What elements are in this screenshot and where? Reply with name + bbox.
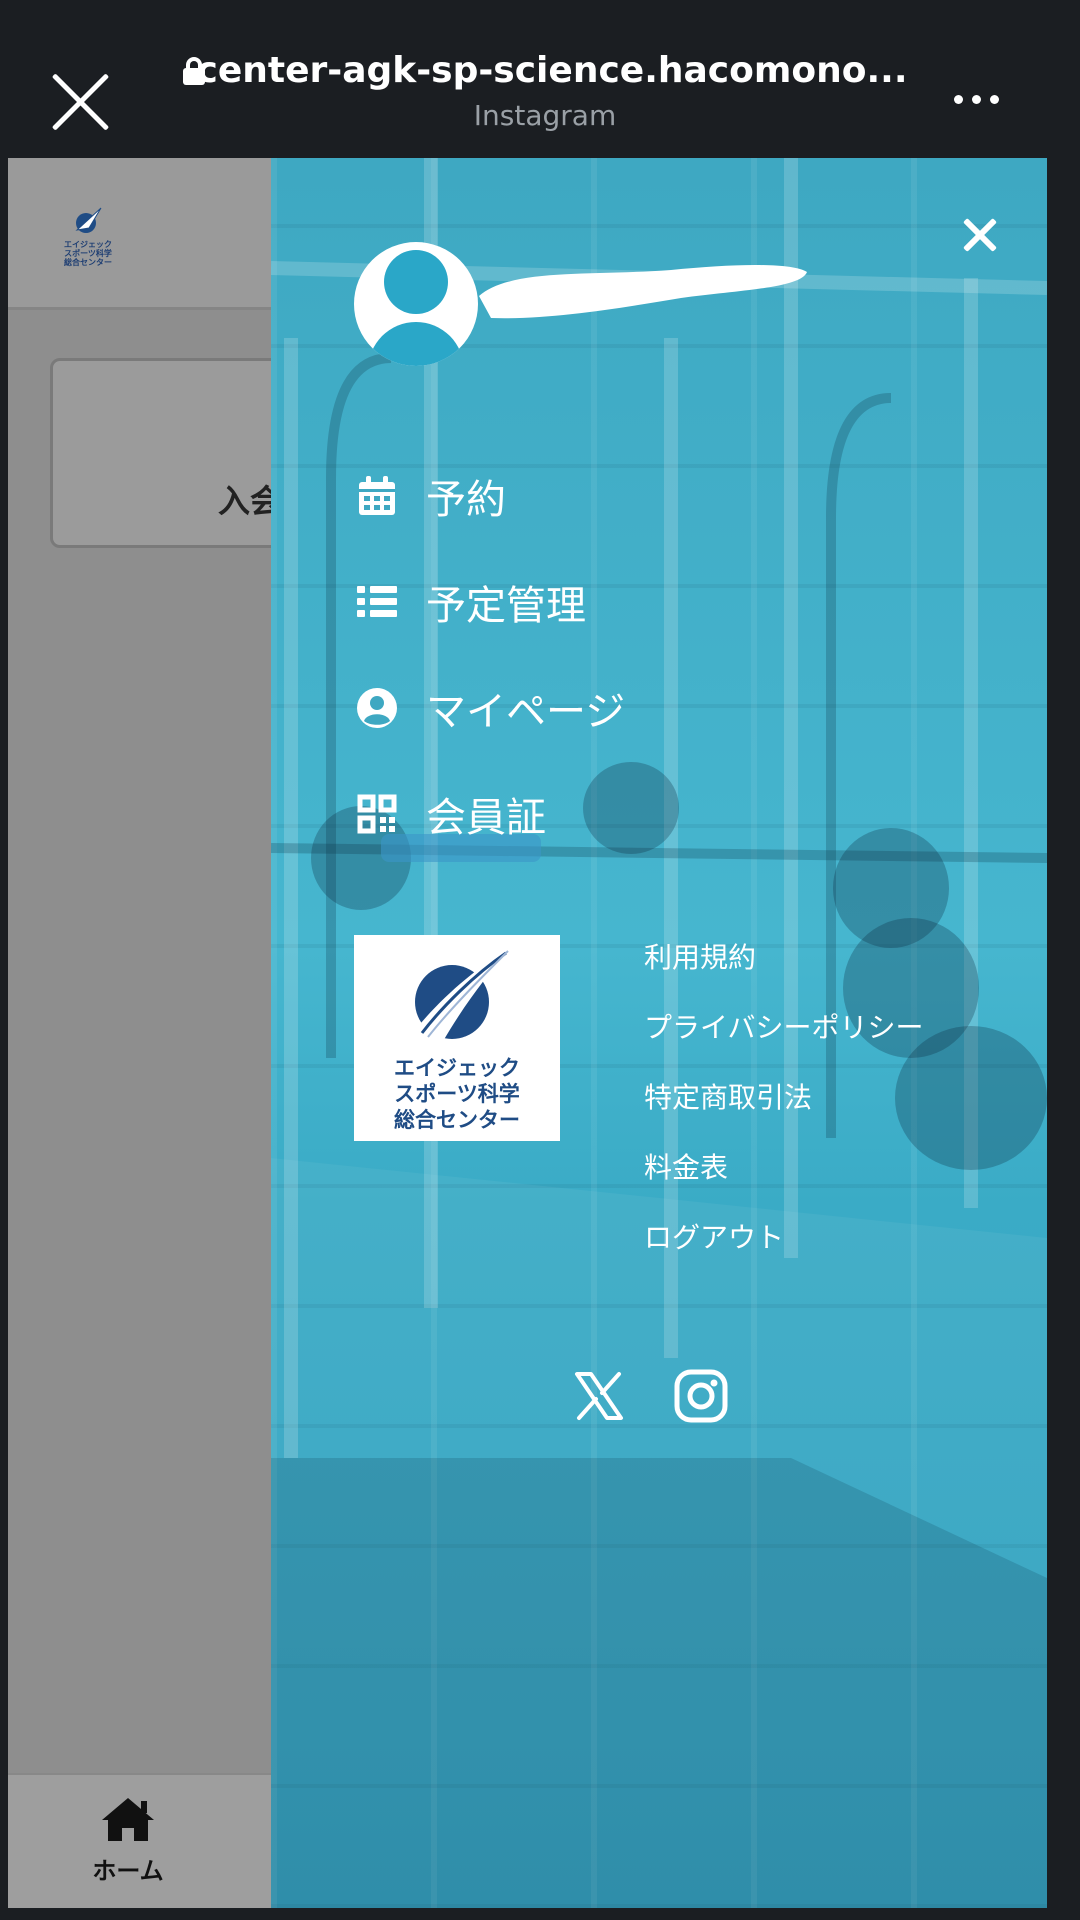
menu-label-schedule: 予定管理 — [426, 583, 586, 629]
browser-topbar: center-agk-sp-science.hacomono... Instag… — [0, 0, 1080, 158]
mini-logo-line-2: スポーツ科学 — [64, 249, 112, 258]
brand-logo-line-2: スポーツ科学 — [394, 1082, 520, 1106]
user-circle-icon — [356, 687, 398, 729]
url-area[interactable]: center-agk-sp-science.hacomono... Instag… — [182, 50, 908, 132]
footer-links: 利用規約 プライバシーポリシー 特定商取引法 料金表 ログアウト — [644, 940, 923, 1290]
brand-logo-mark-icon — [408, 949, 510, 1043]
home-icon — [102, 1798, 154, 1841]
x-icon[interactable] — [571, 1368, 627, 1424]
source-app-label: Instagram — [473, 99, 617, 132]
link-terms[interactable]: 利用規約 — [644, 940, 923, 1010]
instagram-icon[interactable] — [673, 1368, 729, 1424]
brand-logo[interactable]: エイジェック スポーツ科学 総合センター — [354, 935, 560, 1141]
menu-label-reservation: 予約 — [426, 477, 506, 523]
menu-label-mypage: マイページ — [426, 689, 626, 735]
brand-logo-line-1: エイジェック — [394, 1056, 520, 1080]
redacted-username — [479, 265, 807, 319]
mini-logo-line-3: 総合センター — [64, 258, 112, 267]
avatar[interactable] — [354, 242, 478, 366]
qr-code-icon — [356, 793, 398, 835]
brand-logo-line-3: 総合センター — [394, 1108, 520, 1132]
side-drawer: 予約 予定管理 マイページ 会員証 エイジェック スポーツ科学 総合センター 利… — [271, 158, 1047, 1908]
link-logout[interactable]: ログアウト — [644, 1220, 923, 1290]
menu-item-schedule[interactable]: 予定管理 — [356, 549, 625, 655]
calendar-icon — [356, 475, 398, 517]
menu-label-membership-card: 会員証 — [426, 795, 546, 841]
social-links — [571, 1368, 729, 1424]
link-price-list[interactable]: 料金表 — [644, 1150, 923, 1220]
link-commercial-transactions[interactable]: 特定商取引法 — [644, 1080, 923, 1150]
link-privacy-policy[interactable]: プライバシーポリシー — [644, 1010, 923, 1080]
close-browser-icon[interactable] — [48, 70, 112, 134]
mini-logo-line-1: エイジェック — [64, 240, 112, 249]
url-text: center-agk-sp-science.hacomono... — [196, 50, 908, 91]
list-icon — [356, 581, 398, 623]
tab-home-label: ホーム — [92, 1857, 164, 1885]
menu-item-membership-card[interactable]: 会員証 — [356, 761, 625, 867]
logo-mark-icon — [75, 207, 102, 233]
tab-home[interactable]: ホーム — [73, 1795, 183, 1886]
site-logo[interactable]: エイジェック スポーツ科学 総合センター — [56, 206, 120, 267]
menu-item-reservation[interactable]: 予約 — [356, 443, 625, 549]
close-drawer-icon[interactable] — [961, 216, 999, 254]
menu-item-mypage[interactable]: マイページ — [356, 655, 625, 761]
drawer-menu: 予約 予定管理 マイページ 会員証 — [356, 443, 625, 867]
more-options-icon[interactable] — [954, 95, 999, 104]
